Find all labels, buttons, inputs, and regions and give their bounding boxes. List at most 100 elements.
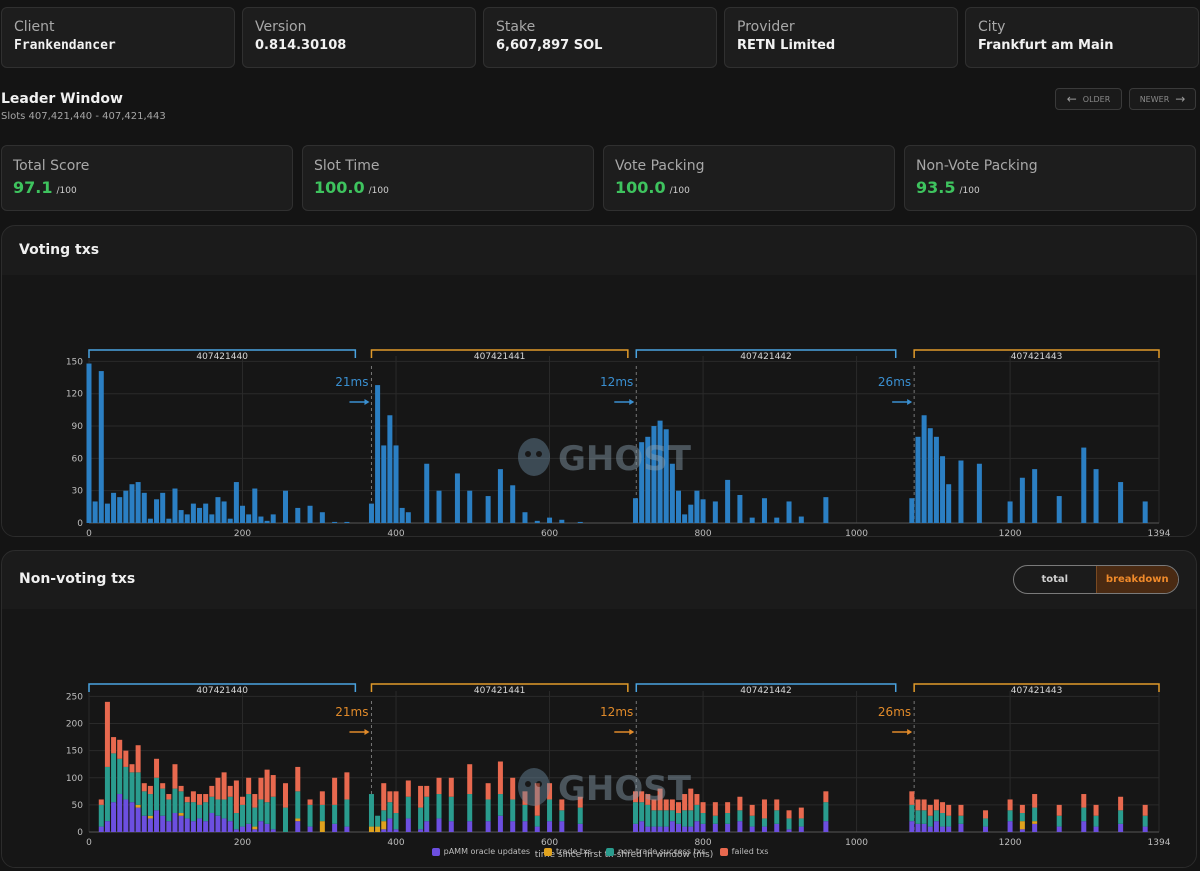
bar-segment (227, 785, 233, 797)
bar (1081, 447, 1087, 523)
bar-segment (694, 804, 700, 822)
bar-segment (547, 799, 553, 822)
bar-segment (381, 783, 387, 811)
bar-segment (761, 818, 767, 827)
legend-item[interactable]: trade txs (544, 847, 592, 856)
bar-segment (424, 785, 430, 797)
bar-segment (246, 777, 252, 795)
bar (227, 518, 233, 523)
bar-segment (178, 791, 184, 814)
bar-segment (166, 794, 172, 800)
bar-segment (160, 815, 166, 832)
bar-segment (983, 818, 989, 827)
legend-swatch (605, 847, 614, 856)
bar-segment (424, 796, 430, 822)
bar-segment (111, 753, 117, 803)
arrow-right-icon: → (1175, 92, 1186, 106)
legend-item[interactable]: pAMM oracle updates (431, 847, 531, 856)
info-value: Frankendancer (14, 38, 116, 53)
info-label: Client (14, 19, 55, 35)
bar-segment (786, 810, 792, 819)
score-max: /100 (959, 186, 980, 196)
bar-segment (252, 829, 258, 832)
bar-segment (559, 810, 565, 822)
bar-segment (737, 810, 743, 822)
legend-item[interactable]: non-trade success txs (605, 847, 706, 856)
bar (522, 512, 528, 523)
bar-segment (184, 802, 190, 819)
voting-txs-panel: Voting txs 0 30 60 90 120 150 0 200 400 600 800 100… (1, 225, 1197, 537)
bar-segment (958, 804, 964, 816)
bar-segment (258, 777, 264, 800)
bar (958, 460, 964, 523)
bar-segment (522, 821, 528, 832)
ghost-eye (525, 781, 531, 787)
bar-segment (1007, 821, 1013, 832)
bar (436, 490, 442, 523)
bar-segment (485, 799, 491, 822)
bar-segment (1118, 823, 1124, 832)
bar-segment (485, 821, 491, 832)
x-tick-label: 1200 (999, 529, 1022, 537)
bar-segment (909, 821, 915, 832)
legend-label: pAMM oracle updates (443, 847, 531, 856)
bar (1007, 501, 1013, 523)
bar-segment (946, 815, 952, 827)
bar-segment (258, 821, 264, 832)
bar (282, 490, 288, 523)
info-card-version: Version 0.814.30108 (242, 7, 476, 68)
bar-segment (933, 821, 939, 832)
bar-segment (123, 766, 129, 800)
bar-segment (319, 821, 325, 832)
bar-segment (694, 821, 700, 832)
bar (209, 514, 215, 523)
toggle-total[interactable]: total (1014, 566, 1096, 593)
bar (240, 505, 246, 523)
bar (467, 490, 473, 523)
bar-segment (1032, 821, 1038, 824)
bar-segment (166, 821, 172, 832)
bar-segment (227, 796, 233, 822)
y-tick-label: 150 (66, 357, 83, 367)
bar-segment (1118, 810, 1124, 824)
bar (172, 488, 178, 523)
info-card-city: City Frankfurt am Main (965, 7, 1199, 68)
older-button[interactable]: ← OLDER (1055, 88, 1122, 110)
bar-segment (190, 821, 196, 832)
bar-segment (694, 794, 700, 805)
bar-segment (246, 823, 252, 832)
view-toggle[interactable]: total breakdown (1013, 565, 1179, 594)
y-tick-label: 30 (72, 487, 84, 497)
bar-segment (651, 826, 657, 832)
slot-label: 407421441 (474, 352, 526, 362)
bar-segment (104, 766, 110, 822)
bar-segment (240, 796, 246, 805)
bar-segment (393, 791, 399, 814)
bar-segment (725, 823, 731, 832)
bar (1093, 469, 1099, 523)
bar (927, 428, 933, 523)
gap-label: 26ms (878, 705, 911, 719)
newer-button[interactable]: NEWER → (1129, 88, 1196, 110)
bar-segment (737, 796, 743, 811)
bar-segment (510, 777, 516, 800)
bar-segment (387, 791, 393, 803)
bar (633, 498, 639, 523)
bar-segment (135, 745, 141, 773)
info-card-stake: Stake 6,607,897 SOL (483, 7, 717, 68)
bar (393, 445, 399, 523)
slot-label: 407421442 (740, 686, 792, 696)
bar (344, 521, 350, 523)
bar (252, 488, 258, 523)
toggle-breakdown[interactable]: breakdown (1095, 566, 1178, 593)
bar (135, 482, 141, 523)
legend-item[interactable]: failed txs (719, 847, 768, 856)
bar-segment (295, 818, 301, 822)
bar (258, 516, 264, 523)
bar (700, 499, 706, 523)
bar-segment (264, 823, 270, 832)
bar (92, 501, 98, 523)
bar-segment (958, 823, 964, 832)
bar-segment (946, 826, 952, 832)
bar-segment (190, 791, 196, 803)
